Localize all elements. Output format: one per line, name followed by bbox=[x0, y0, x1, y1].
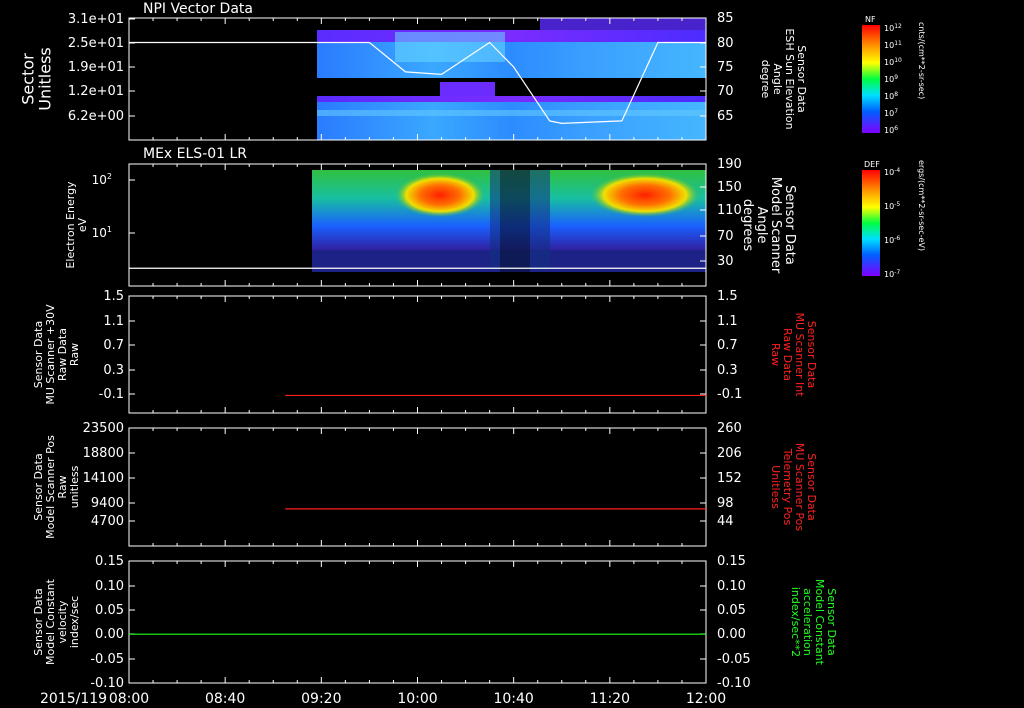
left-axis-label: eV bbox=[76, 217, 89, 232]
right-axis-label: Sensor Data bbox=[782, 185, 797, 265]
left-tick-label: 1.1 bbox=[103, 314, 124, 329]
colorbar-tick-label: 1012 bbox=[884, 23, 902, 33]
right-axis-label: Angle bbox=[754, 207, 769, 244]
right-tick-label: 0.10 bbox=[717, 579, 746, 594]
colorbar-tick-label: 108 bbox=[884, 91, 898, 101]
left-tick-label: 102 bbox=[92, 172, 112, 187]
right-axis-label: degree bbox=[759, 60, 772, 99]
right-tick-label: 65 bbox=[717, 109, 734, 124]
right-axis-label: Unitless bbox=[769, 465, 782, 509]
time-tick-label: 08:00 bbox=[109, 691, 149, 707]
time-tick-label: 09:20 bbox=[301, 691, 341, 707]
npi-colorbar-title: NF bbox=[865, 15, 876, 24]
colorbar-tick-label: 10-7 bbox=[884, 269, 900, 279]
left-tick-label: -0.05 bbox=[90, 652, 124, 667]
left-tick-label: -0.1 bbox=[99, 387, 124, 402]
time-tick-label: 08:40 bbox=[205, 691, 245, 707]
right-axis-labels: Sensor DataESH Sun ElevationAngledegreeS… bbox=[740, 28, 838, 665]
right-tick-label: 85 bbox=[717, 11, 734, 26]
left-tick-label: 23500 bbox=[83, 421, 124, 436]
right-axis-label: Raw bbox=[769, 343, 782, 366]
date-label: 2015/119 bbox=[40, 691, 107, 707]
right-tick-label: 70 bbox=[717, 229, 734, 244]
right-axis-label: index/sec**2 bbox=[789, 587, 802, 657]
right-tick-label: 30 bbox=[717, 254, 734, 269]
left-tick-label: 1.9e+01 bbox=[68, 60, 124, 75]
left-tick-label: 6.2e+00 bbox=[68, 109, 124, 124]
time-axis-labels: 08:00 08:40 09:20 10:00 10:40 11:20 12:00 bbox=[109, 691, 726, 707]
npi-spectrogram bbox=[317, 18, 706, 140]
npi-colorbar: NF 1012 1011 1010 109 108 107 106 cnts/(cm**2-… bbox=[862, 15, 926, 135]
npi-colorbar-ticks: 1012 1011 1010 109 108 107 106 bbox=[884, 23, 902, 135]
colorbar-tick-label: 1010 bbox=[884, 57, 902, 67]
colorbar-tick-label: 10-4 bbox=[884, 167, 900, 177]
right-tick-label: 0.15 bbox=[717, 554, 746, 569]
els-colorbar: DEF 10-4 10-5 10-6 10-7 ergs/(cm**2-sr-sec-… bbox=[862, 160, 926, 279]
right-tick-label: 0.05 bbox=[717, 603, 746, 618]
colorbar-tick-label: 10-6 bbox=[884, 235, 900, 245]
left-axis-label: unitless bbox=[68, 465, 81, 508]
right-tick-label: -0.1 bbox=[717, 387, 742, 402]
left-tick-label: 0.10 bbox=[95, 579, 124, 594]
right-tick-label: 260 bbox=[717, 421, 742, 436]
right-axis-label: degrees bbox=[740, 199, 755, 252]
time-tick-label: 10:40 bbox=[493, 691, 533, 707]
colorbar-tick-label: 107 bbox=[884, 108, 898, 118]
left-axis-label: Raw bbox=[68, 343, 81, 366]
left-tick-label: 14100 bbox=[83, 471, 124, 486]
colorbar-tick-label: 1011 bbox=[884, 40, 902, 50]
colorbar-tick-label: 10-5 bbox=[884, 201, 900, 211]
left-tick-label: 0.15 bbox=[95, 554, 124, 569]
left-tick-label: 1.5 bbox=[103, 289, 124, 304]
right-tick-label: 44 bbox=[717, 514, 734, 529]
colorbar-tick-label: 106 bbox=[884, 125, 898, 135]
right-tick-label: -0.10 bbox=[717, 676, 751, 691]
left-tick-label: 1.2e+01 bbox=[68, 84, 124, 99]
right-tick-label: 75 bbox=[717, 60, 734, 75]
left-tick-label: 4700 bbox=[91, 514, 124, 529]
right-tick-label: 1.1 bbox=[717, 314, 738, 329]
right-tick-label: 190 bbox=[717, 157, 742, 172]
colorbar-tick-label: 109 bbox=[884, 74, 898, 84]
els-spectrogram bbox=[312, 168, 706, 272]
npi-colorbar-unit: cnts/(cm**2-sr-sec) bbox=[917, 22, 926, 99]
right-tick-label: 1.5 bbox=[717, 289, 738, 304]
els-panel-title: MEx ELS-01 LR bbox=[143, 146, 247, 162]
left-tick-label: 0.3 bbox=[103, 363, 124, 378]
stacked-time-series-chart: NPI Vector Data MEx ELS-01 LR 3.1e+01 2.5… bbox=[19, 1, 927, 707]
left-tick-label: 3.1e+01 bbox=[68, 12, 124, 27]
left-tick-label: 2.5e+01 bbox=[68, 36, 124, 51]
time-tick-label: 10:00 bbox=[397, 691, 437, 707]
left-tick-label: 18800 bbox=[83, 446, 124, 461]
npi-panel-title: NPI Vector Data bbox=[143, 1, 253, 17]
left-tick-label: -0.10 bbox=[90, 676, 124, 691]
left-tick-label: 0.7 bbox=[103, 338, 124, 353]
left-tick-label: 9400 bbox=[91, 496, 124, 511]
left-tick-label: 101 bbox=[92, 225, 112, 240]
right-tick-label: 70 bbox=[717, 84, 734, 99]
right-tick-label: 0.00 bbox=[717, 627, 746, 642]
right-tick-label: 150 bbox=[717, 180, 742, 195]
left-axis-label: index/sec bbox=[68, 596, 81, 648]
right-tick-label: 0.3 bbox=[717, 363, 738, 378]
right-axis-label: Model Scanner bbox=[768, 177, 783, 274]
els-colorbar-title: DEF bbox=[864, 160, 880, 169]
els-colorbar-unit: ergs/(cm**2-sr-sec-eV) bbox=[917, 160, 926, 251]
right-tick-label: 80 bbox=[717, 36, 734, 51]
left-axis-label: Unitless bbox=[36, 47, 55, 111]
left-tick-label: 0.00 bbox=[95, 627, 124, 642]
right-tick-label: 0.7 bbox=[717, 338, 738, 353]
right-tick-label: 152 bbox=[717, 471, 742, 486]
right-tick-label: 98 bbox=[717, 496, 734, 511]
right-tick-label: 110 bbox=[717, 203, 742, 218]
time-tick-label: 12:00 bbox=[686, 691, 726, 707]
els-colorbar-ticks: 10-4 10-5 10-6 10-7 bbox=[884, 167, 900, 279]
right-tick-label: -0.05 bbox=[717, 652, 751, 667]
left-axis-labels: SectorUnitlessElectron Energy eVSensor Da… bbox=[19, 47, 90, 665]
left-tick-label: 0.05 bbox=[95, 603, 124, 618]
right-tick-label: 206 bbox=[717, 446, 742, 461]
time-tick-label: 11:20 bbox=[590, 691, 630, 707]
